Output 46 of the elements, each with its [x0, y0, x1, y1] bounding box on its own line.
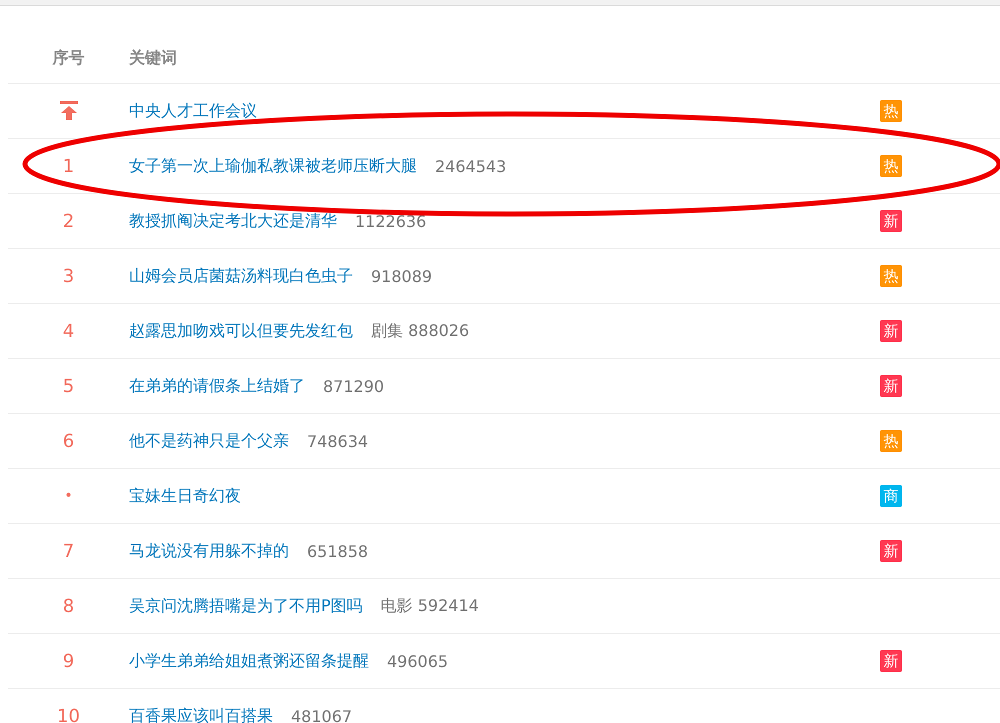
heat-count: 2464543	[435, 156, 506, 176]
heat-count: 剧集 888026	[371, 320, 470, 342]
tag-badge: 新	[880, 650, 902, 672]
keyword-link[interactable]: 小学生弟弟给姐姐煮粥还留条提醒	[129, 650, 369, 672]
rank-dot: •	[64, 488, 73, 504]
tag-badge: 热	[880, 100, 902, 122]
heat-count: 496065	[387, 652, 448, 670]
keyword-link[interactable]: 吴京问沈腾捂嘴是为了不用P图吗	[129, 596, 363, 616]
keyword-link[interactable]: 女子第一次上瑜伽私教课被老师压断大腿	[129, 156, 417, 176]
column-header: 序号	[52, 48, 84, 68]
heat-count: 651858	[307, 542, 368, 560]
rank-number: 2	[62, 210, 74, 232]
rank-number: 4	[62, 320, 74, 342]
tag-badge: 新	[880, 320, 902, 342]
tag-badge: 热	[880, 430, 902, 452]
tag-badge: 商	[880, 485, 902, 507]
heat-count: 748634	[307, 432, 368, 450]
keyword-link[interactable]: 教授抓阄决定考北大还是清华	[129, 210, 337, 232]
keyword-link[interactable]: 赵露思加吻戏可以但要先发红包	[129, 320, 353, 342]
pin-top-icon	[58, 101, 78, 121]
keyword-link[interactable]: 在弟弟的请假条上结婚了	[129, 376, 305, 396]
heat-count: 1122636	[355, 212, 426, 230]
tag-badge: 新	[880, 210, 902, 232]
tag-badge: 新	[880, 375, 902, 397]
rank-number: 3	[62, 266, 74, 286]
rank-number: 8	[62, 596, 74, 616]
tag-badge: 新	[880, 540, 902, 562]
rank-number: 6	[62, 430, 74, 452]
keyword-link[interactable]: 他不是药神只是个父亲	[129, 430, 289, 452]
keyword-link[interactable]: 中央人才工作会议	[129, 100, 257, 122]
rank-number: 7	[62, 540, 74, 562]
heat-count: 918089	[371, 266, 432, 286]
keyword-link[interactable]: 马龙说没有用躲不掉的	[129, 540, 289, 562]
tag-badge: 热	[880, 155, 902, 177]
keyword-link[interactable]: 山姆会员店菌菇汤料现白色虫子	[129, 266, 353, 286]
rank-number: 1	[62, 156, 74, 176]
rank-number: 5	[62, 376, 74, 396]
rank-number: 10	[57, 706, 80, 723]
heat-count: 电影 592414	[380, 596, 479, 616]
tag-badge: 热	[880, 265, 902, 287]
column-header: 关键词	[129, 48, 177, 68]
heat-count: 481067	[291, 706, 352, 723]
rank-number: 9	[62, 650, 74, 672]
keyword-link[interactable]: 宝妹生日奇幻夜	[129, 486, 241, 506]
heat-count: 871290	[323, 376, 384, 396]
keyword-link[interactable]: 百香果应该叫百搭果	[129, 706, 273, 723]
